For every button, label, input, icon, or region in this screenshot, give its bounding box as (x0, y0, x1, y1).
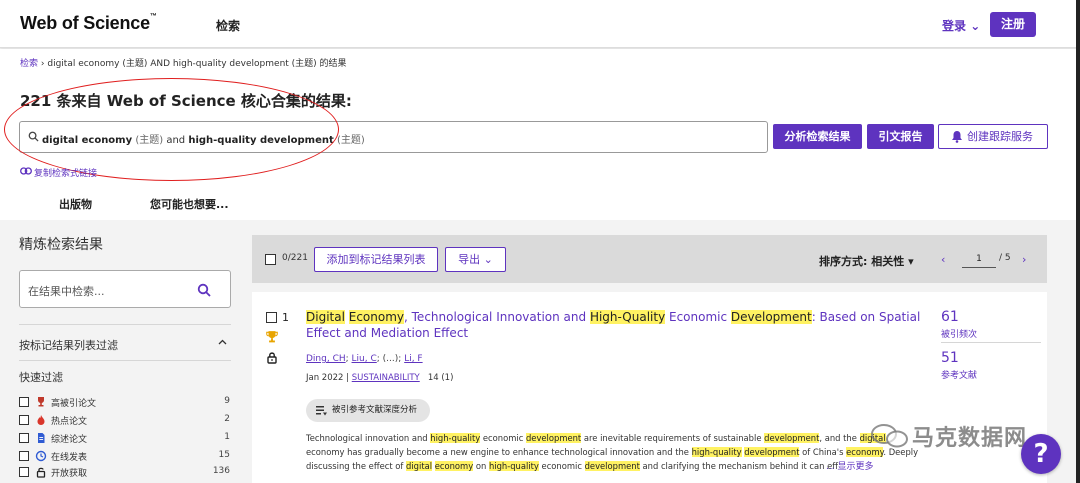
result-checkbox[interactable] (266, 312, 277, 323)
checkbox[interactable] (19, 397, 29, 407)
window-edge (1076, 0, 1080, 483)
analyze-results-button[interactable]: 分析检索结果 (773, 124, 862, 149)
result-index: 1 (282, 311, 289, 324)
trophy-icon (38, 397, 44, 407)
result-title-link[interactable]: Digital Economy, Technological Innovatio… (306, 309, 926, 341)
caret-down-icon: ▾ (908, 255, 914, 268)
show-more-link[interactable]: ... 显示更多 (826, 459, 873, 472)
cited-references-analysis-button[interactable]: 被引参考文献深度分析 (306, 399, 430, 422)
link-icon (20, 167, 32, 175)
login-menu[interactable]: 登录 ⌄ (942, 17, 980, 34)
clock-icon (35, 450, 47, 462)
checkbox[interactable] (19, 467, 29, 477)
nav-search-link[interactable]: 检索 (216, 17, 240, 34)
query-box[interactable]: digital economy (主题) and high-quality de… (19, 121, 768, 153)
refine-results-title: 精炼检索结果 (19, 237, 103, 253)
search-within-placeholder: 在结果中检索... (28, 285, 105, 298)
previous-page-icon[interactable]: ‹ (941, 253, 945, 266)
result-source: Jan 2022 | SUSTAINABILITY 14 (1) (306, 373, 454, 383)
wechat-watermark-icon (871, 424, 908, 448)
breadcrumb-search-link[interactable]: 检索 (20, 59, 38, 69)
author-link[interactable]: Ding, CH (306, 354, 346, 364)
author-link[interactable]: Liu, C (352, 354, 377, 364)
quick-filter-highly-cited[interactable]: 高被引论文 9 (19, 396, 231, 410)
list-analysis-icon (316, 406, 327, 416)
chevron-up-icon[interactable] (218, 339, 227, 345)
quick-filter-review[interactable]: 综述论文 1 (19, 432, 231, 446)
journal-link[interactable]: SUSTAINABILITY (352, 373, 420, 383)
divider (19, 360, 231, 361)
search-icon (28, 131, 39, 142)
authors-expand[interactable]: (...) (383, 354, 399, 364)
sort-dropdown[interactable]: 排序方式: 相关性 ▾ (819, 253, 914, 269)
checkbox[interactable] (19, 433, 29, 443)
add-to-marked-list-button[interactable]: 添加到标记结果列表 (314, 247, 438, 272)
page-total: / 5 (999, 253, 1011, 263)
filter-by-marked-list[interactable]: 按标记结果列表过滤 (19, 337, 118, 353)
register-button[interactable]: 注册 (990, 12, 1036, 37)
lock-open-icon (36, 467, 46, 478)
watermark-text: 马克数据网 (912, 426, 1028, 451)
query-text: digital economy (主题) and high-quality de… (42, 135, 365, 146)
search-icon[interactable] (197, 283, 211, 297)
select-all-checkbox[interactable] (265, 254, 276, 265)
breadcrumb-current: digital economy (主题) AND high-quality de… (47, 59, 347, 69)
times-cited-count[interactable]: 61 (941, 309, 959, 325)
quick-filter-hot-papers[interactable]: 热点论文 2 (19, 414, 231, 428)
result-authors: Ding, CH; Liu, C; (...); Li, F (306, 354, 423, 364)
search-within-results-input[interactable]: 在结果中检索... (19, 270, 231, 308)
author-link[interactable]: Li, F (404, 354, 422, 364)
web-of-science-logo[interactable]: Web of Science™ (20, 13, 157, 34)
references-label[interactable]: 参考文献 (941, 368, 977, 381)
results-count-title: 221 条来自 Web of Science 核心合集的结果: (20, 92, 352, 110)
tab-publications[interactable]: 出版物 (59, 196, 92, 212)
copy-query-link[interactable]: 复制检索式链接 (20, 166, 97, 179)
references-count[interactable]: 51 (941, 350, 959, 366)
document-icon (38, 433, 45, 443)
quick-filter-open-access[interactable]: 开放获取 136 (19, 466, 231, 480)
divider (19, 324, 231, 325)
page-number-input[interactable]: 1 (962, 250, 996, 268)
times-cited-label[interactable]: 被引频次 (941, 327, 977, 340)
chevron-down-icon: ⌄ (970, 19, 981, 33)
tab-you-may-also-like[interactable]: 您可能也想要... (150, 196, 229, 212)
selected-count: 0/221 (282, 253, 308, 263)
divider (941, 342, 1041, 343)
create-alert-button[interactable]: 创建跟踪服务 (938, 124, 1048, 149)
citation-report-button[interactable]: 引文报告 (867, 124, 934, 149)
quick-filters-title: 快速过滤 (19, 371, 63, 384)
quick-filter-early-access[interactable]: 在线发表 15 (19, 450, 231, 464)
checkbox[interactable] (19, 415, 29, 425)
trophy-icon (266, 331, 278, 343)
open-access-lock-icon (267, 352, 277, 364)
top-header: Web of Science™ 检索 登录 ⌄ 注册 (0, 0, 1080, 48)
export-button[interactable]: 导出 ⌄ (445, 247, 506, 272)
breadcrumb: 检索 › digital economy (主题) AND high-quali… (20, 56, 347, 69)
next-page-icon[interactable]: › (1022, 253, 1026, 266)
chevron-down-icon: ⌄ (483, 253, 493, 266)
help-button[interactable]: ? (1021, 434, 1061, 474)
fire-icon (37, 415, 45, 425)
checkbox[interactable] (19, 451, 29, 461)
bell-icon (952, 131, 962, 143)
